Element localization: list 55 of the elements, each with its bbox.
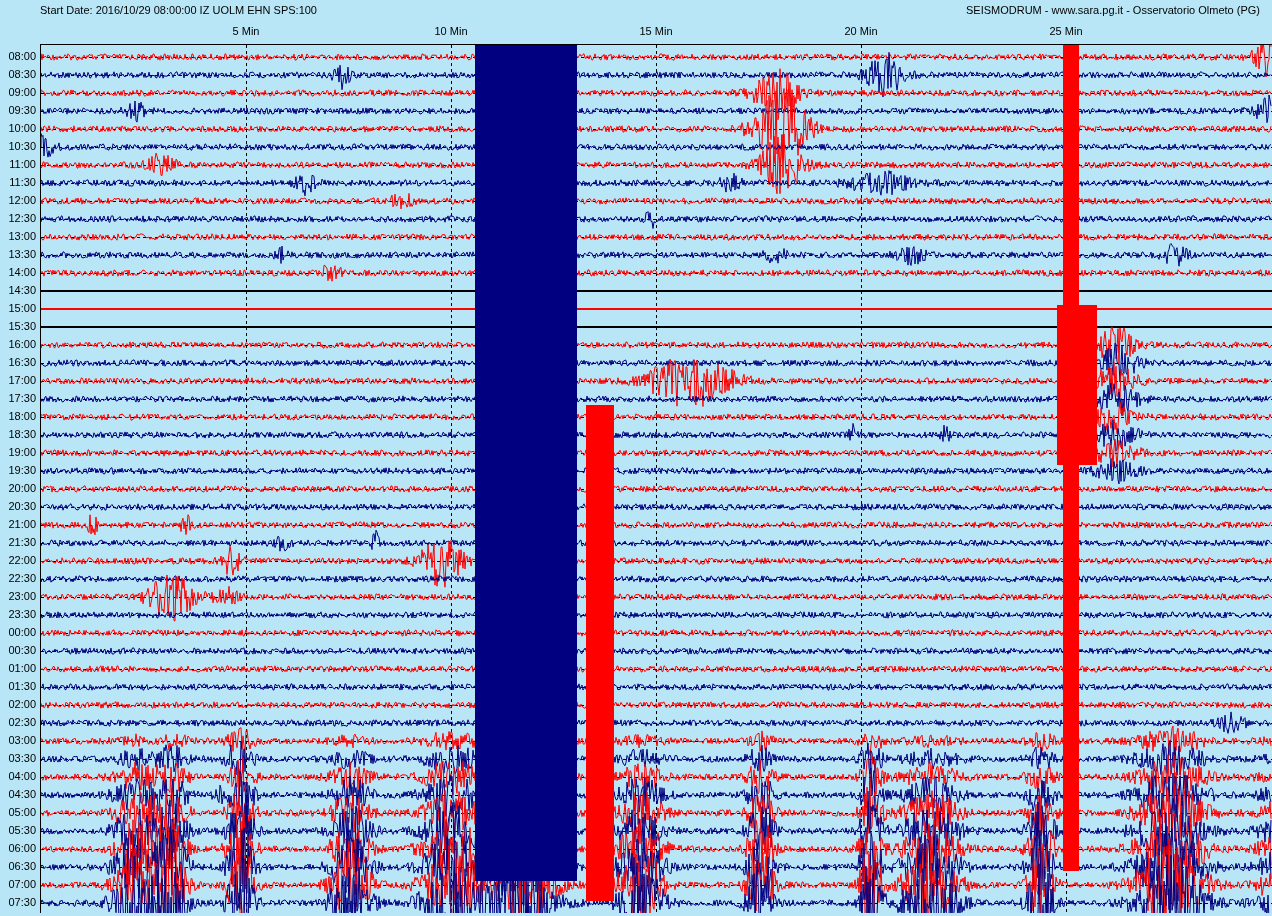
- time-label: 23:30: [7, 607, 37, 622]
- minute-tick-label: 20 Min: [844, 25, 878, 37]
- time-label: 10:30: [7, 139, 37, 154]
- minute-tick-label: 10 Min: [434, 25, 468, 37]
- minute-tick-label: 25 Min: [1049, 25, 1083, 37]
- station-title: SEISMODRUM - www.sara.pg.it - Osservatorio Olmeto (PG): [966, 4, 1260, 16]
- time-label: 18:30: [7, 427, 37, 442]
- time-label: 09:30: [7, 103, 37, 118]
- time-label: 09:00: [7, 85, 37, 100]
- time-label: 00:30: [7, 643, 37, 658]
- time-label: 05:30: [7, 823, 37, 838]
- time-label: 01:00: [7, 661, 37, 676]
- time-label: 11:00: [8, 157, 37, 172]
- time-label: 13:00: [7, 229, 37, 244]
- time-label: 01:30: [7, 679, 37, 694]
- time-label: 17:30: [7, 391, 37, 406]
- time-label: 00:00: [7, 625, 37, 640]
- time-label: 14:30: [7, 283, 37, 298]
- time-label: 14:00: [7, 265, 37, 280]
- time-label: 15:30: [7, 319, 37, 334]
- time-label: 02:00: [7, 697, 37, 712]
- time-label: 06:00: [7, 841, 37, 856]
- time-label: 16:00: [7, 337, 37, 352]
- time-label: 15:00: [7, 301, 37, 316]
- time-label: 07:30: [7, 895, 37, 910]
- time-label: 03:30: [7, 751, 37, 766]
- time-label: 04:00: [7, 769, 37, 784]
- time-label: 03:00: [7, 733, 37, 748]
- time-label: 06:30: [7, 859, 37, 874]
- time-label: 11:30: [8, 175, 37, 190]
- time-label: 19:30: [7, 463, 37, 478]
- time-label: 10:00: [7, 121, 37, 136]
- start-date-text: Start Date: 2016/10/29 08:00:00 IZ UOLM EHN SPS:100: [40, 4, 317, 16]
- time-label: 13:30: [7, 247, 37, 262]
- time-label: 04:30: [7, 787, 37, 802]
- time-label: 21:00: [7, 517, 37, 532]
- time-label: 18:00: [7, 409, 37, 424]
- time-label: 20:00: [7, 481, 37, 496]
- time-label: 21:30: [7, 535, 37, 550]
- time-label: 16:30: [7, 355, 37, 370]
- minute-tick-label: 5 Min: [232, 25, 260, 37]
- time-label: 12:30: [7, 211, 37, 226]
- time-label: 20:30: [7, 499, 37, 514]
- time-label: 08:30: [7, 67, 37, 82]
- time-label: 23:00: [7, 589, 37, 604]
- minute-tick-label: 15 Min: [639, 25, 673, 37]
- time-label: 02:30: [7, 715, 37, 730]
- time-label: 05:00: [7, 805, 37, 820]
- time-label: 12:00: [7, 193, 37, 208]
- time-label: 07:00: [7, 877, 37, 892]
- time-label: 08:00: [7, 49, 37, 64]
- time-label: 22:00: [7, 553, 37, 568]
- time-label: 22:30: [7, 571, 37, 586]
- time-label: 17:00: [7, 373, 37, 388]
- time-label: 19:00: [7, 445, 37, 460]
